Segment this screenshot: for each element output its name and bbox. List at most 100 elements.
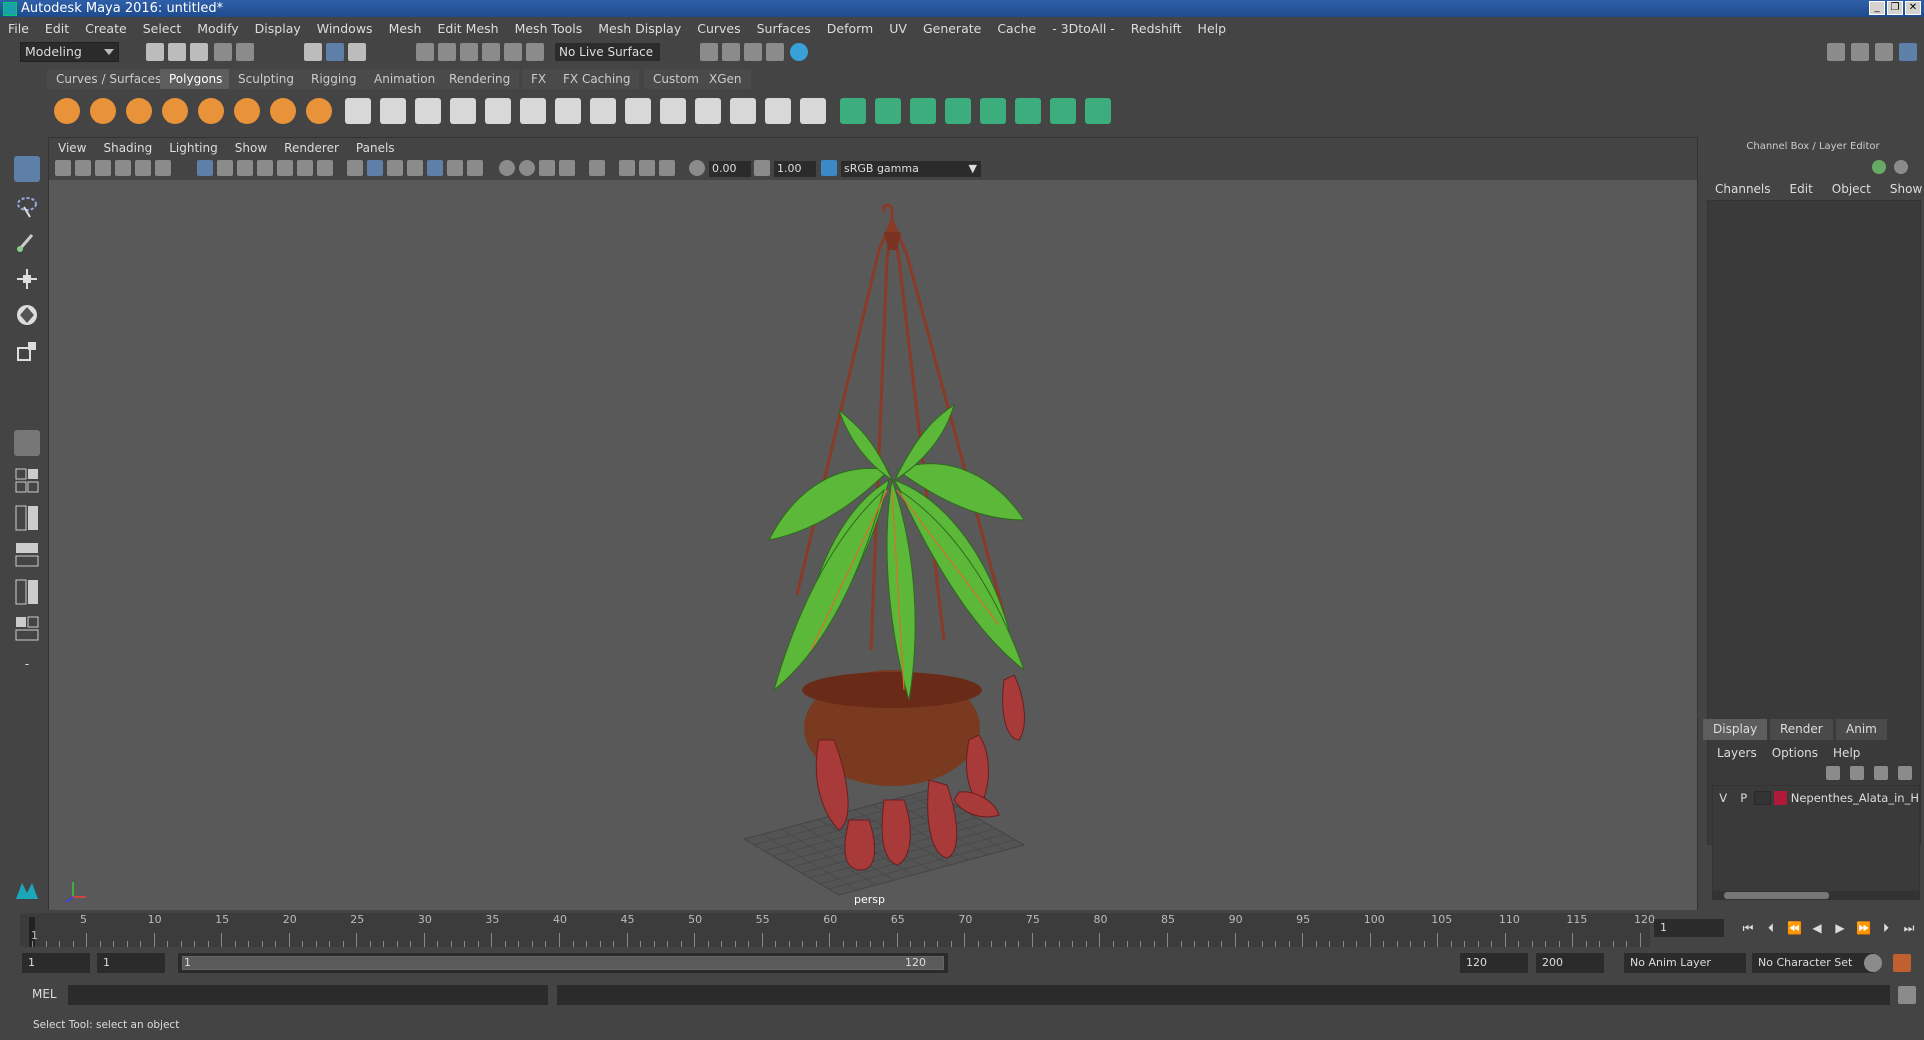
layer-visibility-icon[interactable] (1872, 160, 1886, 174)
snap-grid-icon[interactable] (416, 43, 434, 61)
xray-joints-icon[interactable] (659, 160, 675, 176)
resolution-gate-icon[interactable] (237, 160, 253, 176)
exposure-icon[interactable] (689, 160, 705, 176)
camera-select-icon[interactable] (55, 160, 71, 176)
step-forward-frame-icon[interactable]: ⏵ (1879, 922, 1893, 934)
target-weld-icon[interactable] (625, 98, 651, 124)
bevel-icon[interactable] (485, 98, 511, 124)
move-layer-up-icon[interactable] (1826, 766, 1840, 780)
playback-end-field[interactable]: 120 (1460, 953, 1528, 973)
shelf-tab-rendering[interactable]: Rendering (440, 69, 520, 89)
restore-icon[interactable]: ❐ (1887, 1, 1903, 15)
menu-edit-mesh[interactable]: Edit Mesh (437, 21, 498, 36)
menu-mesh[interactable]: Mesh (389, 21, 422, 36)
shelf-tab-custom[interactable]: Custom (644, 69, 708, 89)
anim-layer-dropdown[interactable]: No Anim Layer (1624, 953, 1746, 973)
end-time-field[interactable]: 200 (1536, 953, 1604, 973)
layer-menu-layers[interactable]: Layers (1717, 746, 1757, 760)
channel-box-menu-object[interactable]: Object (1832, 182, 1871, 196)
step-forward-key-icon[interactable]: ⏩ (1856, 922, 1871, 934)
grease-pencil-icon[interactable] (155, 160, 171, 176)
go-to-start-icon[interactable]: ⏮ (1741, 922, 1755, 934)
select-tool-icon[interactable] (14, 156, 40, 182)
safe-title-icon[interactable] (317, 160, 333, 176)
render-settings-icon[interactable] (700, 43, 718, 61)
snap-view-icon[interactable] (482, 43, 500, 61)
layer-menu-options[interactable]: Options (1772, 746, 1818, 760)
multi-cut-icon[interactable] (590, 98, 616, 124)
move-tool-icon[interactable] (14, 266, 40, 292)
scrollbar-thumb[interactable] (1724, 892, 1829, 899)
depth-of-field-icon[interactable] (559, 160, 575, 176)
xray-icon[interactable] (619, 160, 635, 176)
menu-file[interactable]: File (8, 21, 29, 36)
poly-torus-icon[interactable] (234, 98, 260, 124)
new-scene-icon[interactable] (146, 43, 164, 61)
shelf-tab-fx-caching[interactable]: FX Caching (554, 69, 640, 89)
persp-graph-layout-icon[interactable] (14, 578, 40, 606)
attribute-editor-icon[interactable] (1851, 43, 1869, 61)
gamma-field[interactable]: 1.00 (774, 161, 816, 177)
layer-tab-render[interactable]: Render (1770, 719, 1833, 740)
shelf-tab-animation[interactable]: Animation (365, 69, 445, 89)
command-input[interactable] (68, 985, 548, 1005)
automatic-uv-icon[interactable] (875, 98, 901, 124)
shelf-tab-polygons[interactable]: Polygons (160, 69, 232, 89)
offset-edge-loop-icon[interactable] (765, 98, 791, 124)
poly-cone-icon[interactable] (162, 98, 188, 124)
channel-box-menu-edit[interactable]: Edit (1790, 182, 1813, 196)
tool-settings-icon[interactable] (1875, 43, 1893, 61)
screen-space-ao-icon[interactable] (499, 160, 515, 176)
menu-help[interactable]: Help (1198, 21, 1227, 36)
safe-action-icon[interactable] (297, 160, 313, 176)
viewport-menu-panels[interactable]: Panels (356, 141, 395, 155)
smooth-icon[interactable] (450, 98, 476, 124)
auto-key-icon[interactable] (1864, 954, 1882, 972)
spherical-uv-icon[interactable] (980, 98, 1006, 124)
isolate-select-icon[interactable] (589, 160, 605, 176)
menu-3dtoall[interactable]: - 3DtoAll - (1052, 21, 1115, 36)
anti-aliasing-icon[interactable] (539, 160, 555, 176)
bookmark-icon[interactable] (95, 160, 111, 176)
viewport-menu-view[interactable]: View (58, 141, 86, 155)
layer-display-type[interactable] (1753, 791, 1771, 805)
menu-create[interactable]: Create (85, 21, 127, 36)
move-layer-down-icon[interactable] (1850, 766, 1864, 780)
perspective-viewport[interactable]: persp (49, 180, 1697, 910)
poly-cylinder-icon[interactable] (126, 98, 152, 124)
step-back-key-icon[interactable]: ⏪ (1787, 922, 1802, 934)
2d-pan-zoom-icon[interactable] (135, 160, 151, 176)
layer-row[interactable]: V P Nepenthes_Alata_in_H (1713, 789, 1919, 807)
merge-icon[interactable] (800, 98, 826, 124)
menu-redshift[interactable]: Redshift (1131, 21, 1182, 36)
append-to-polygon-icon[interactable] (660, 98, 686, 124)
shadows-icon[interactable] (467, 160, 483, 176)
layer-visible-toggle[interactable]: V (1713, 791, 1733, 805)
play-forwards-icon[interactable]: ▶ (1833, 922, 1847, 934)
live-surface-field[interactable]: No Live Surface (555, 43, 660, 61)
symmetry-icon[interactable] (1085, 98, 1111, 124)
use-all-lights-icon[interactable] (447, 160, 463, 176)
view-transform-dropdown[interactable]: sRGB gamma ▼ (841, 161, 981, 177)
start-time-field[interactable]: 1 (22, 953, 90, 973)
channel-box-menu-show[interactable]: Show (1890, 182, 1922, 196)
redo-icon[interactable] (236, 43, 254, 61)
save-scene-icon[interactable] (190, 43, 208, 61)
range-slider-bar[interactable] (182, 956, 944, 970)
current-frame-field[interactable]: 1 (1654, 919, 1724, 937)
combine-icon[interactable] (345, 98, 371, 124)
uv-editor-icon[interactable] (910, 98, 936, 124)
poly-cube-icon[interactable] (90, 98, 116, 124)
modeling-toolkit-icon[interactable] (1827, 43, 1845, 61)
render-view-icon[interactable] (722, 43, 740, 61)
xray-active-icon[interactable] (639, 160, 655, 176)
default-material-icon[interactable] (387, 160, 403, 176)
viewport-menu-show[interactable]: Show (235, 141, 267, 155)
layer-playback-toggle[interactable]: P (1733, 791, 1753, 805)
menu-deform[interactable]: Deform (827, 21, 873, 36)
grid-toggle-icon[interactable] (197, 160, 213, 176)
menu-edit[interactable]: Edit (45, 21, 69, 36)
exposure-field[interactable]: 0.00 (709, 161, 751, 177)
poly-sphere-icon[interactable] (54, 98, 80, 124)
menu-uv[interactable]: UV (889, 21, 907, 36)
